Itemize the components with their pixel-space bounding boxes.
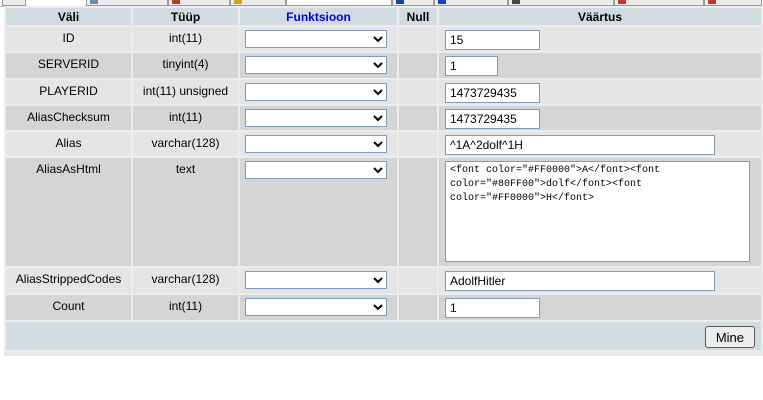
header-value: Väärtus (439, 8, 761, 25)
field-name: SERVERID (6, 53, 131, 78)
function-select[interactable] (245, 83, 387, 101)
field-name: Alias (6, 132, 131, 156)
insert-row-form: Väli Tüüp Funktsioon Null Väärtus ID int… (4, 6, 763, 352)
field-row-aliaschecksum: AliasChecksum int(11) (6, 106, 761, 130)
field-row-aliasstrippedcodes: AliasStrippedCodes varchar(128) (6, 268, 761, 293)
field-name: AliasChecksum (6, 106, 131, 130)
field-name: PLAYERID (6, 80, 131, 104)
value-input[interactable] (445, 30, 540, 50)
header-function-link[interactable]: Funktsioon (240, 8, 397, 25)
sql-icon (172, 0, 180, 4)
function-select[interactable] (245, 135, 387, 153)
null-cell (399, 295, 437, 320)
drop-icon (708, 0, 716, 4)
function-select[interactable] (245, 298, 387, 316)
form-bottom-edge (4, 352, 763, 356)
field-row-playerid: PLAYERID int(11) unsigned (6, 80, 761, 104)
field-type: int(11) (133, 27, 238, 51)
field-name: Count (6, 295, 131, 320)
export-icon (396, 0, 404, 4)
form-footer: Mine (6, 322, 761, 350)
field-type: int(11) unsigned (133, 80, 238, 104)
value-input[interactable] (445, 298, 540, 318)
field-type: varchar(128) (133, 268, 238, 293)
field-type: int(11) (133, 295, 238, 320)
go-button[interactable]: Mine (704, 326, 755, 348)
value-input[interactable] (445, 135, 715, 155)
field-name: ID (6, 27, 131, 51)
value-input[interactable] (445, 56, 498, 76)
function-select[interactable] (245, 56, 387, 74)
function-select[interactable] (245, 161, 387, 179)
value-input[interactable] (445, 271, 715, 291)
import-icon (438, 0, 446, 4)
null-cell (399, 27, 437, 51)
empty-icon (618, 0, 626, 4)
header-row: Väli Tüüp Funktsioon Null Väärtus (6, 8, 761, 25)
function-select[interactable] (245, 271, 387, 289)
operations-icon (512, 0, 520, 4)
null-cell (399, 158, 437, 266)
field-row-id: ID int(11) (6, 27, 761, 51)
header-field: Väli (6, 8, 131, 25)
field-type: tinyint(4) (133, 53, 238, 78)
null-cell (399, 268, 437, 293)
value-textarea[interactable]: <font color="#FF0000">A</font><font colo… (445, 161, 750, 262)
value-input[interactable] (445, 83, 540, 103)
value-input[interactable] (445, 109, 540, 129)
null-cell (399, 106, 437, 130)
browse-icon (90, 0, 98, 4)
function-select[interactable] (245, 109, 387, 127)
field-name: AliasStrippedCodes (6, 268, 131, 293)
field-row-count: Count int(11) (6, 295, 761, 320)
header-type: Tüüp (133, 8, 238, 25)
field-type: text (133, 158, 238, 266)
header-null: Null (399, 8, 437, 25)
null-cell (399, 53, 437, 78)
search-icon (234, 0, 242, 4)
field-type: int(11) (133, 106, 238, 130)
field-row-alias: Alias varchar(128) (6, 132, 761, 156)
field-row-aliasashtml: AliasAsHtml text <font color="#FF0000">A… (6, 158, 761, 266)
null-cell (399, 80, 437, 104)
function-select[interactable] (245, 30, 387, 48)
field-type: varchar(128) (133, 132, 238, 156)
field-row-serverid: SERVERID tinyint(4) (6, 53, 761, 78)
null-cell (399, 132, 437, 156)
field-name: AliasAsHtml (6, 158, 131, 266)
